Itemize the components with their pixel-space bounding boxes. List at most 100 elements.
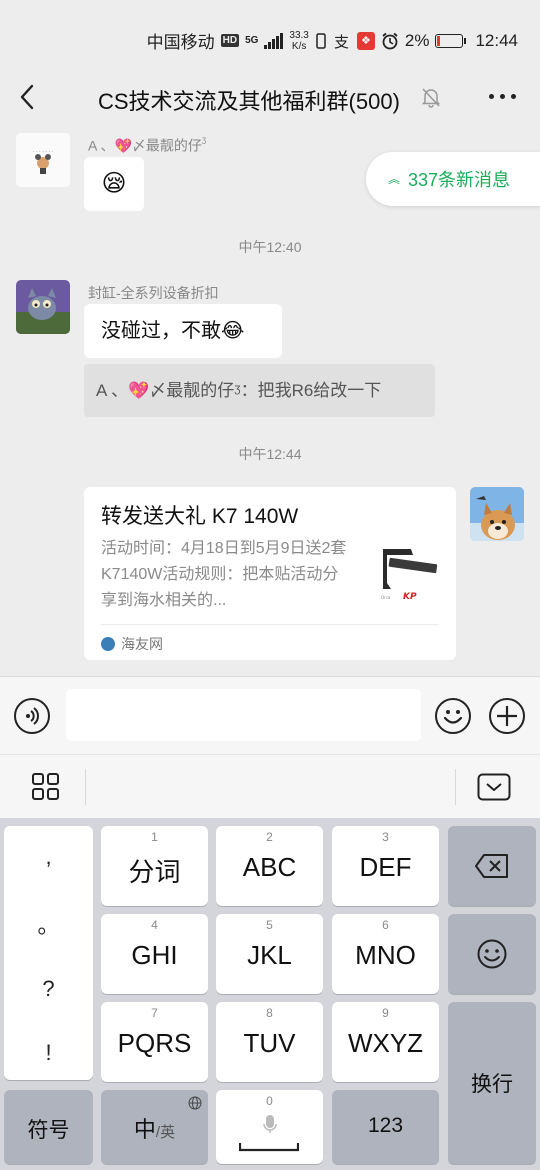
- network-type: 5G: [245, 35, 259, 46]
- add-icon[interactable]: [489, 698, 525, 734]
- key-2[interactable]: 2 ABC: [216, 826, 323, 906]
- key-number: 7: [151, 1006, 158, 1020]
- key-8[interactable]: 8 TUV: [216, 1002, 323, 1082]
- link-card[interactable]: 转发送大礼 K7 140W 活动时间：4月18日到5月9日送2套K7140W活动…: [84, 487, 456, 660]
- punct-key-question[interactable]: ?: [4, 976, 93, 1002]
- punct-key-exclaim[interactable]: !: [4, 1040, 93, 1066]
- quoted-reply[interactable]: A 、💖〆最靓的仔ᶾ：把我R6给改一下: [84, 364, 435, 417]
- divider: [85, 769, 86, 805]
- key-number: 2: [266, 830, 273, 844]
- speed-value: 33.3: [289, 29, 309, 41]
- key-label: 分词: [128, 857, 181, 887]
- avatar[interactable]: [16, 280, 70, 334]
- key-label: ABC: [242, 852, 297, 882]
- key-number: 8: [266, 1006, 273, 1020]
- key-7[interactable]: 7 PQRS: [101, 1002, 208, 1082]
- key-label: DEF: [359, 852, 412, 882]
- globe-icon: [188, 1096, 202, 1110]
- network-speed: 33.3 K/s: [289, 30, 308, 52]
- message-list[interactable]: · · · · · · · A 、💖〆最靓的仔ᶾ 😪 ︽ 337条新消息 中午1…: [0, 126, 540, 676]
- speed-unit: K/s: [291, 40, 307, 52]
- card-description: 活动时间：4月18日到5月9日送2套K7140W活动规则：把本贴活动分享到海水相…: [101, 540, 347, 609]
- key-1[interactable]: 1 分词: [101, 826, 208, 906]
- sender-name: 封缸-全系列设备折扣: [88, 285, 219, 301]
- key-number: 0: [266, 1094, 273, 1108]
- alarm-icon: [382, 32, 398, 49]
- numeric-key[interactable]: 123: [332, 1090, 439, 1164]
- hd-badge: HD: [220, 34, 240, 47]
- sender-name: A 、💖〆最靓的仔ᶾ: [88, 135, 206, 156]
- microphone-icon: [263, 1115, 277, 1133]
- chat-title: CS技术交流及其他福利群(500): [98, 89, 400, 114]
- more-options-icon[interactable]: [489, 94, 516, 99]
- quoted-text: A 、💖〆最靓的仔ᶾ：把我R6给改一下: [96, 381, 382, 400]
- product-thumbnail: KP Orca: [375, 543, 441, 609]
- sender-name-text: A 、💖〆最靓的仔: [88, 137, 202, 154]
- key-9[interactable]: 9 WXYZ: [332, 1002, 439, 1082]
- app-notification-icon: ❖: [356, 31, 375, 50]
- key-label: JKL: [247, 940, 292, 970]
- emoji-key[interactable]: [448, 914, 536, 994]
- svg-text:· · · · · · ·: · · · · · · ·: [33, 149, 54, 155]
- avatar-image: · · · · · · ·: [16, 133, 70, 187]
- card-source: 海友网: [101, 624, 439, 654]
- keyboard: , 。 ? ! 1 分词 2 ABC 3 DEF 4 GHI 5 JKL 6 MNO 7 PQ…: [0, 818, 540, 1170]
- battery-percent: 2%: [404, 30, 430, 50]
- key-number: 1: [151, 830, 158, 844]
- chat-header: CS技术交流及其他福利群(500): [0, 76, 540, 120]
- key-label: TUV: [243, 1028, 296, 1058]
- key-5[interactable]: 5 JKL: [216, 914, 323, 994]
- status-bar: 中国移动 HD 5G 33.3 K/s 支 ❖ 2% 12:44: [0, 0, 540, 76]
- punct-key-period[interactable]: 。: [4, 908, 93, 940]
- symbol-label: 符号: [27, 1119, 70, 1142]
- back-icon[interactable]: [16, 82, 40, 112]
- key-number: 3: [382, 830, 389, 844]
- ime-toolbar: [0, 754, 540, 818]
- key-number: 9: [382, 1006, 389, 1020]
- signal-icon: [264, 32, 284, 49]
- card-source-name: 海友网: [121, 636, 163, 652]
- avatar[interactable]: [470, 487, 524, 541]
- message-bubble[interactable]: 没碰过，不敢😂: [84, 304, 282, 358]
- timestamp: 中午12:44: [238, 446, 302, 462]
- backspace-key[interactable]: [448, 826, 536, 906]
- timestamp: 中午12:40: [238, 239, 302, 255]
- lang-main: 中: [133, 1117, 156, 1142]
- carrier-name: 中国移动: [146, 33, 215, 52]
- punct-key-comma[interactable]: ,: [4, 844, 93, 870]
- svg-text:支: 支: [334, 33, 349, 50]
- language-switch-key[interactable]: 中/英: [101, 1090, 208, 1164]
- backspace-icon: [475, 854, 508, 878]
- emoji-icon[interactable]: [435, 698, 471, 734]
- avatar[interactable]: · · · · · · ·: [16, 133, 70, 187]
- numeric-label: 123: [367, 1114, 404, 1137]
- alipay-icon: 支: [334, 33, 349, 50]
- key-3[interactable]: 3 DEF: [332, 826, 439, 906]
- key-number: 4: [151, 918, 158, 932]
- lang-sub: /英: [155, 1124, 176, 1141]
- new-messages-label: 337条新消息: [408, 170, 511, 190]
- key-label: MNO: [355, 940, 416, 970]
- language-label: 中/英: [101, 1112, 208, 1144]
- input-bar: [0, 676, 540, 754]
- collapse-keyboard-icon[interactable]: [477, 773, 511, 801]
- key-label: WXYZ: [347, 1028, 424, 1058]
- symbol-key[interactable]: 符号: [4, 1090, 93, 1164]
- punctuation-column[interactable]: , 。 ? !: [4, 826, 93, 1080]
- message-input[interactable]: [66, 689, 421, 741]
- key-label: PQRS: [117, 1028, 192, 1058]
- sender-name-sup: ᶾ: [201, 135, 207, 148]
- vibrate-icon: [316, 32, 326, 49]
- message-bubble[interactable]: 😪: [84, 157, 144, 211]
- key-number: 6: [382, 918, 389, 932]
- new-messages-button[interactable]: ︽ 337条新消息: [366, 152, 540, 206]
- ime-menu-grid-icon[interactable]: [32, 773, 60, 801]
- space-key[interactable]: 0: [216, 1090, 323, 1164]
- message-text: 没碰过，不敢😂: [101, 320, 245, 342]
- enter-key[interactable]: 换行: [448, 1002, 536, 1164]
- key-4[interactable]: 4 GHI: [101, 914, 208, 994]
- voice-input-icon[interactable]: [14, 698, 50, 734]
- clock: 12:44: [475, 30, 518, 50]
- key-6[interactable]: 6 MNO: [332, 914, 439, 994]
- key-number: 5: [266, 918, 273, 932]
